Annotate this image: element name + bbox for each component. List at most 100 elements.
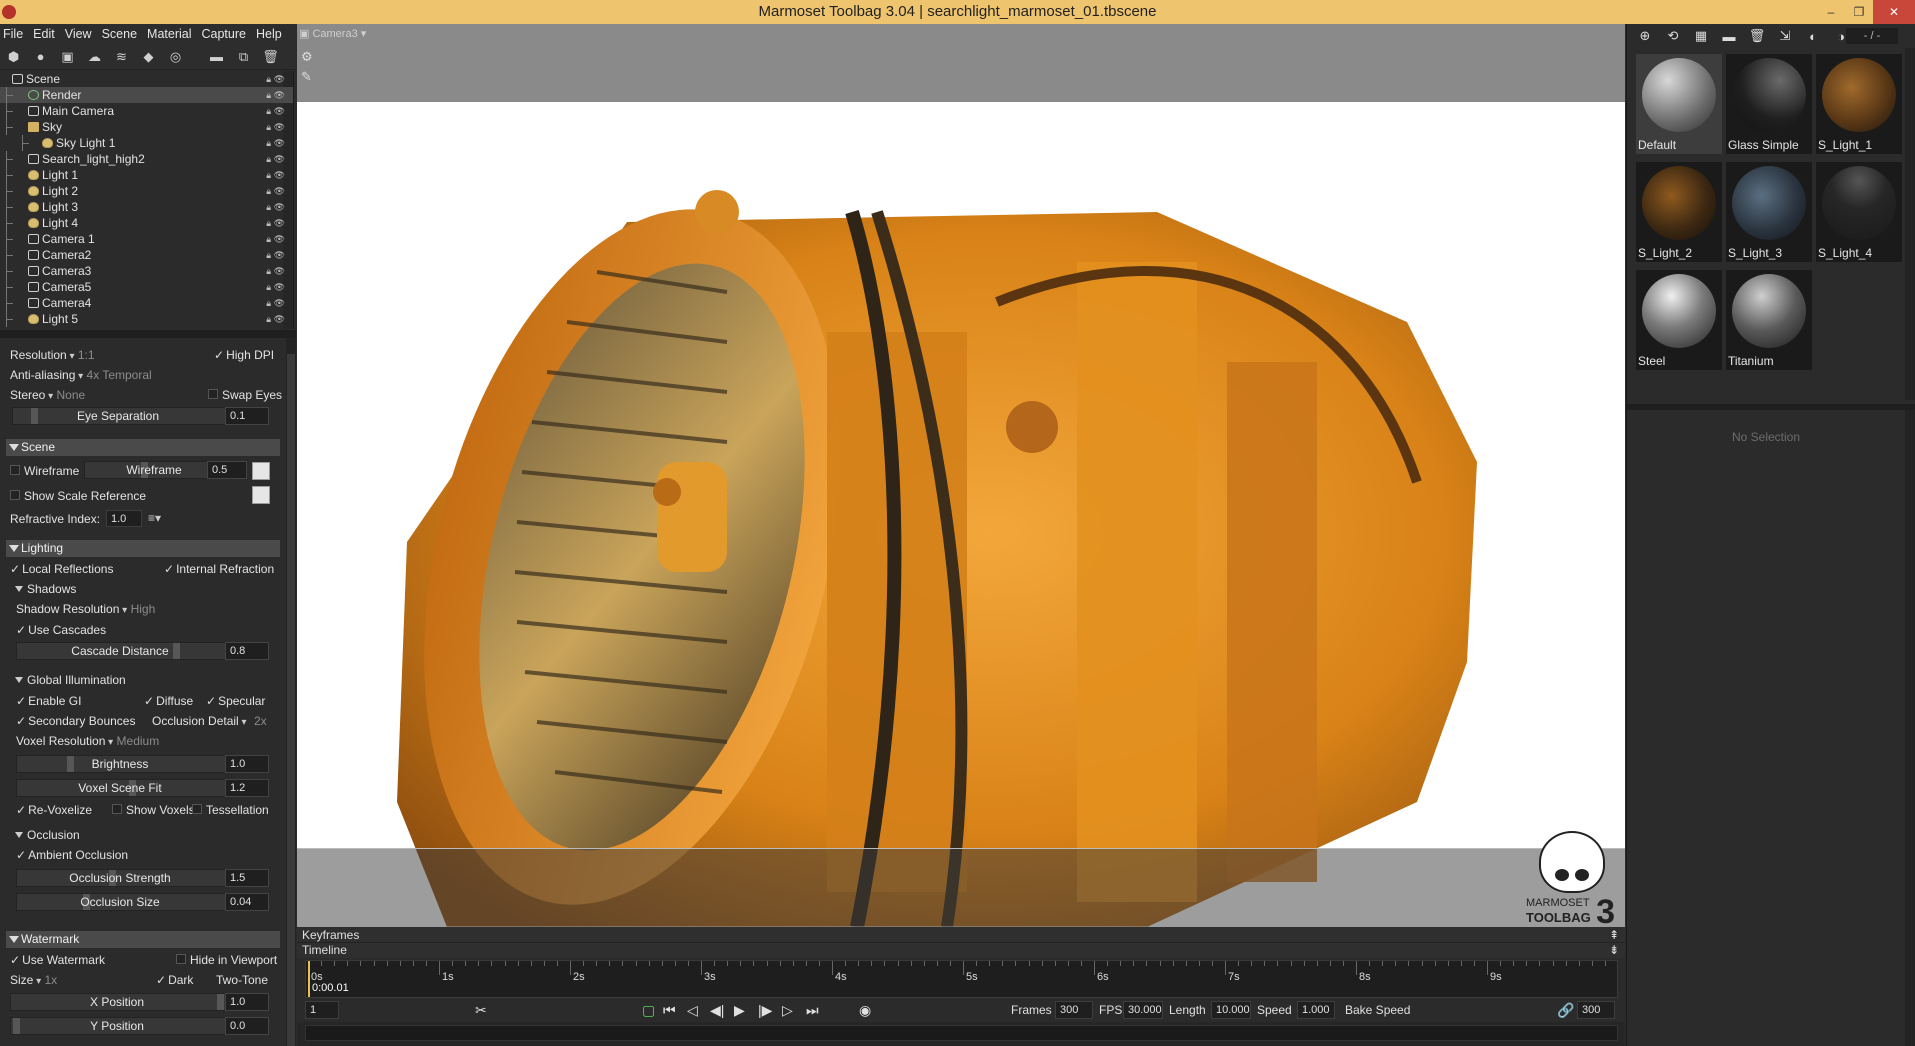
occlusion-strength-value[interactable]: 1.5 <box>225 869 269 887</box>
viewport[interactable]: ▣ Camera3 ▾ ⚙ ✎ MARMOSET TOOLBAG 3 <box>297 24 1625 927</box>
menu-help[interactable]: Help <box>256 27 282 41</box>
lock-visibility-icons[interactable]: 🔒︎ 👁︎ <box>255 71 285 87</box>
lock-visibility-icons[interactable]: 🔒︎ 👁︎ <box>255 103 285 119</box>
lock-visibility-icons[interactable]: 🔒︎ 👁︎ <box>255 119 285 135</box>
occlusion-size-slider[interactable]: Occlusion Size 0.04 <box>16 893 269 911</box>
lock-visibility-icons[interactable]: 🔒︎ 👁︎ <box>255 295 285 311</box>
expand-keyframes-icon[interactable]: ⇞ <box>1609 927 1619 943</box>
length-field[interactable]: 10.000 <box>1211 1001 1251 1019</box>
cascade-distance-value[interactable]: 0.8 <box>225 642 269 660</box>
panel-divider[interactable] <box>0 330 296 338</box>
shadows-subheader[interactable]: Shadows <box>14 581 76 598</box>
end-frame-field[interactable]: 300 <box>1577 1001 1615 1019</box>
timeline-header[interactable]: Timeline ⇟ <box>297 943 1625 958</box>
skip-end-icon[interactable]: ⏭ <box>806 1002 819 1018</box>
lock-visibility-icons[interactable]: 🔒︎ 👁︎ <box>255 279 285 295</box>
brightness-value[interactable]: 1.0 <box>225 755 269 773</box>
assign-material-icon[interactable]: ⇲ <box>1775 28 1795 44</box>
tree-item[interactable]: Camera2 🔒︎ 👁︎ <box>0 247 293 263</box>
current-frame-field[interactable]: 1 <box>305 1001 339 1019</box>
show-voxels-checkbox[interactable]: Show Voxels <box>112 801 195 819</box>
x-position-slider[interactable]: X Position 1.0 <box>10 993 269 1011</box>
specular-checkbox[interactable]: Specular <box>206 692 265 710</box>
delete-material-icon[interactable]: 🗑 <box>1747 28 1767 44</box>
y-position-value[interactable]: 0.0 <box>225 1017 269 1035</box>
resolution-dropdown[interactable]: Resolution <box>10 348 75 362</box>
menu-file[interactable]: File <box>3 27 23 41</box>
tree-item[interactable]: Light 1 🔒︎ 👁︎ <box>0 167 293 183</box>
dark-checkbox[interactable]: Dark <box>156 971 193 989</box>
voxel-scene-fit-value[interactable]: 1.2 <box>225 779 269 797</box>
ambient-occlusion-checkbox[interactable]: Ambient Occlusion <box>16 848 128 862</box>
swap-eyes-checkbox[interactable]: Swap Eyes <box>208 386 282 404</box>
fps-field[interactable]: 30.000 <box>1123 1001 1163 1019</box>
occlusion-detail-dropdown[interactable]: Occlusion Detail <box>152 712 247 732</box>
cascade-distance-slider[interactable]: Cascade Distance 0.8 <box>16 642 269 660</box>
material-scrollbar[interactable] <box>1905 48 1915 400</box>
camera-selector[interactable]: ▣ Camera3 ▾ <box>299 27 366 41</box>
render-view[interactable]: MARMOSET TOOLBAG 3 <box>297 102 1625 927</box>
frames-field[interactable]: 300 <box>1055 1001 1093 1019</box>
use-cascades-checkbox[interactable]: Use Cascades <box>16 623 106 637</box>
menu-edit[interactable]: Edit <box>33 27 55 41</box>
speed-field[interactable]: 1.000 <box>1297 1001 1335 1019</box>
internal-refraction-checkbox[interactable]: Internal Refraction <box>164 560 274 578</box>
bake-speed-button[interactable]: Bake Speed <box>1345 1001 1410 1019</box>
add-fog-icon[interactable]: ≋ <box>112 47 131 66</box>
tree-item[interactable]: Light 3 🔒︎ 👁︎ <box>0 199 293 215</box>
show-scale-checkbox[interactable]: Show Scale Reference <box>10 489 146 503</box>
keyframe-track[interactable] <box>297 1022 1625 1046</box>
step-back-icon[interactable]: ◀| <box>710 1002 724 1018</box>
lock-visibility-icons[interactable]: 🔒︎ 👁︎ <box>255 167 285 183</box>
timeline-ruler[interactable]: 0:00.01 0s 1s 2s 3s 4s 5s 6s 7s 8s 9s <box>305 960 1618 998</box>
tree-item[interactable]: Camera5 🔒︎ 👁︎ <box>0 279 293 295</box>
lock-visibility-icons[interactable]: 🔒︎ 👁︎ <box>255 311 285 327</box>
menu-view[interactable]: View <box>65 27 92 41</box>
lighting-section-header[interactable]: Lighting <box>6 540 280 557</box>
tree-item[interactable]: Main Camera 🔒︎ 👁︎ <box>0 103 293 119</box>
material-thumbnail[interactable]: S_Light_1 <box>1816 54 1902 154</box>
viewport-brush-icon[interactable]: ✎ <box>301 69 312 85</box>
high-dpi-checkbox[interactable]: High DPI <box>214 346 274 364</box>
duplicate-icon[interactable]: ⧉ <box>234 47 253 66</box>
material-thumbnail[interactable]: Titanium <box>1726 270 1812 370</box>
speedometer-icon[interactable]: ◉ <box>859 1002 871 1018</box>
occlusion-size-value[interactable]: 0.04 <box>225 893 269 911</box>
voxel-resolution-dropdown[interactable]: Voxel Resolution <box>16 734 113 748</box>
add-shadow-catcher-icon[interactable]: ◆ <box>139 47 158 66</box>
menu-material[interactable]: Material <box>147 27 191 41</box>
prev-key-icon[interactable]: ◁ <box>687 1002 698 1018</box>
material-thumbnail[interactable]: S_Light_4 <box>1816 162 1902 262</box>
menu-capture[interactable]: Capture <box>202 27 246 41</box>
tree-item[interactable]: Light 2 🔒︎ 👁︎ <box>0 183 293 199</box>
two-tone-toggle[interactable]: Two-Tone <box>216 971 268 989</box>
delete-icon[interactable]: 🗑 <box>261 47 280 66</box>
enable-gi-checkbox[interactable]: Enable GI <box>16 694 81 708</box>
refractive-index-field[interactable]: 1.0 <box>106 510 142 527</box>
keyframes-header[interactable]: Keyframes ⇞ <box>297 927 1625 943</box>
checker-material-icon[interactable]: ▦ <box>1691 28 1711 44</box>
wireframe-color-swatch[interactable] <box>252 462 270 480</box>
material-thumbnail[interactable]: Steel <box>1636 270 1722 370</box>
next-key-icon[interactable]: ▷ <box>782 1002 793 1018</box>
tree-item[interactable]: Light 4 🔒︎ 👁︎ <box>0 215 293 231</box>
use-watermark-checkbox[interactable]: Use Watermark <box>10 953 105 967</box>
stereo-dropdown[interactable]: Stereo <box>10 388 53 402</box>
wireframe-checkbox[interactable]: Wireframe <box>10 464 79 478</box>
menu-scene[interactable]: Scene <box>102 27 137 41</box>
tree-item[interactable]: Camera4 🔒︎ 👁︎ <box>0 295 293 311</box>
loop-icon[interactable]: ▢ <box>642 1002 655 1018</box>
app-icon[interactable] <box>2 5 16 19</box>
y-position-slider[interactable]: Y Position 0.0 <box>10 1017 269 1035</box>
add-camera-icon[interactable]: ▣ <box>58 47 77 66</box>
occlusion-strength-slider[interactable]: Occlusion Strength 1.5 <box>16 869 269 887</box>
material-thumbnail[interactable]: S_Light_3 <box>1726 162 1812 262</box>
material-thumbnail[interactable]: S_Light_2 <box>1636 162 1722 262</box>
lock-visibility-icons[interactable]: 🔒︎ 👁︎ <box>255 183 285 199</box>
tree-item[interactable]: Search_light_high2 🔒︎ 👁︎ <box>0 151 293 167</box>
lock-visibility-icons[interactable]: 🔒︎ 👁︎ <box>255 263 285 279</box>
diffuse-checkbox[interactable]: Diffuse <box>144 692 193 710</box>
pick-material-icon[interactable]: ⟲ <box>1663 28 1683 44</box>
playhead[interactable] <box>308 961 310 997</box>
eye-separation-slider[interactable]: Eye Separation 0.1 <box>12 407 269 425</box>
